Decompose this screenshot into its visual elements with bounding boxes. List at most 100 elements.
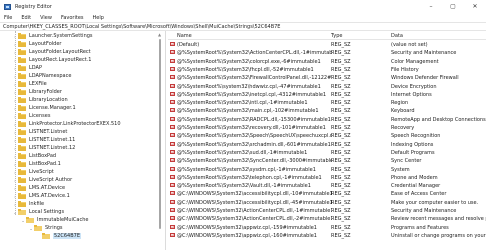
- value-type: REG_SZ: [331, 50, 351, 57]
- value-row[interactable]: ab @C:\WINDOWS\System32\ActionCenterCPL.d…: [168, 207, 486, 215]
- string-value-icon: ab: [170, 183, 175, 188]
- tree-item[interactable]: › LISTNET.Listnet: [12, 128, 67, 136]
- menu-help[interactable]: Help: [93, 15, 104, 21]
- value-type: REG_SZ: [331, 108, 351, 115]
- value-row[interactable]: ab @%SystemRoot%\System32\ActionCenterCPL…: [168, 49, 486, 57]
- tree-item[interactable]: › LayoutRect.LayoutRect.1: [12, 56, 91, 64]
- value-name: @C:\WINDOWS\System32\ActionCenterCPL.dll…: [177, 208, 332, 214]
- value-row[interactable]: ab @C:\WINDOWS\System32\accessibilitycpl.…: [168, 190, 486, 198]
- value-name: @C:\WINDOWS\System32\accessibilitycpl.dl…: [177, 199, 332, 206]
- folder-icon: [18, 32, 26, 39]
- value-row[interactable]: ab @%SystemRoot%\System32\telephon.cpl,-1…: [168, 174, 486, 182]
- tree-item[interactable]: › ListBoxPad.1: [12, 160, 61, 168]
- string-value-icon: ab: [170, 50, 175, 55]
- value-row[interactable]: ab @C:\WINDOWS\System32\appwiz.cpl,-160#i…: [168, 232, 486, 240]
- value-data: Device Encryption: [391, 83, 437, 90]
- value-row[interactable]: ab @%SystemRoot%\System32\Speech\SpeechUX…: [168, 132, 486, 140]
- value-row[interactable]: ab @%SystemRoot%\System32\fhcpl.dll,-52#i…: [168, 66, 486, 74]
- tree-item[interactable]: › LinkProtector.LinkProtectorEXEX.510: [12, 120, 121, 128]
- value-row[interactable]: ab @%SystemRoot%\System32\Vault.dll,-1#im…: [168, 182, 486, 190]
- tree-item[interactable]: › LMS.AT.Device: [12, 184, 65, 192]
- tree-item[interactable]: › LISTNET.Listnet.11: [12, 136, 75, 144]
- string-value-icon: ab: [170, 91, 175, 96]
- menu-view[interactable]: View: [40, 15, 52, 21]
- menu-favorites[interactable]: Favorites: [61, 15, 84, 21]
- value-row[interactable]: ab @%SystemRoot%\System32\recovery.dll,-1…: [168, 124, 486, 132]
- tree-item[interactable]: › LiveScript: [12, 168, 54, 176]
- tree-item[interactable]: ⌄ Local Settings: [12, 208, 64, 216]
- folder-icon: [18, 192, 26, 199]
- minimize-button[interactable]: –: [420, 0, 442, 13]
- value-row[interactable]: ab @%SystemRoot%\System32\FirewallControl…: [168, 74, 486, 82]
- value-name: @%SystemRoot%\System32\intl.cpl,-1#immut…: [177, 100, 308, 107]
- column-type-header[interactable]: Type: [331, 33, 342, 39]
- scroll-up-icon[interactable]: ▲: [158, 32, 161, 37]
- value-name: @%SystemRoot%\System32\RADCPL.dll,-15300…: [177, 116, 331, 123]
- tree-item[interactable]: ⌄ ImmutableMuiCache: [20, 216, 88, 224]
- menu-file[interactable]: File: [4, 15, 12, 21]
- value-row[interactable]: ab @%SystemRoot%\System32\RADCPL.dll,-153…: [168, 116, 486, 124]
- value-data: Programs and Features: [391, 224, 449, 231]
- folder-icon: [18, 64, 26, 71]
- value-data: Ease of Access Center: [391, 191, 447, 198]
- tree-item[interactable]: › LDAPNamespace: [12, 72, 71, 80]
- value-type: REG_SZ: [331, 216, 351, 223]
- tree-scrollbar[interactable]: ▲: [156, 31, 164, 250]
- tree-item[interactable]: › LISTNET.Listnet.12: [12, 144, 75, 152]
- close-button[interactable]: ✕: [464, 0, 486, 13]
- folder-icon: [18, 152, 26, 159]
- value-name: @%SystemRoot%\system32\hdwwiz.cpl,-47#im…: [177, 83, 321, 90]
- value-row[interactable]: ab @%SystemRoot%\System32\srchadmin.dll,-…: [168, 141, 486, 149]
- tree-item[interactable]: › LayoutFolder.LayoutRect: [12, 48, 91, 56]
- values-header: Name Type Data: [168, 31, 486, 40]
- value-data: Security and Maintenance: [391, 50, 457, 57]
- tree-item[interactable]: › LayoutFolder: [12, 40, 61, 48]
- value-row[interactable]: ab @%SystemRoot%\System32\sud.dll,-1#immu…: [168, 149, 486, 157]
- tree-item[interactable]: › LiveScript Author: [12, 176, 72, 184]
- address-bar[interactable]: Computer\HKEY_CLASSES_ROOT\Local Setting…: [0, 22, 486, 31]
- value-row[interactable]: ab @%SystemRoot%\System32\sysdm.cpl,-1#im…: [168, 166, 486, 174]
- scroll-thumb[interactable]: [159, 39, 161, 229]
- value-row[interactable]: ab @C:\WINDOWS\System32\ActionCenterCPL.d…: [168, 215, 486, 223]
- value-data: Keyboard: [391, 108, 415, 115]
- value-row[interactable]: ab @%SystemRoot%\System32\main.cpl,-102#i…: [168, 107, 486, 115]
- string-value-icon: ab: [170, 42, 175, 46]
- value-row[interactable]: ab @%SystemRoot%\system32\hdwwiz.cpl,-47#…: [168, 83, 486, 91]
- value-name: @C:\WINDOWS\System32\ActionCenterCPL.dll…: [177, 216, 332, 223]
- value-type: REG_SZ: [331, 58, 351, 65]
- tree-item-label: LDAPNamespace: [29, 73, 72, 79]
- tree-item[interactable]: › LEXFile: [12, 80, 47, 88]
- value-data: Security and Maintenance: [391, 208, 457, 214]
- tree-item-label: LISTNET.Listnet.11: [29, 137, 76, 143]
- tree-item[interactable]: ⌄ Strings: [28, 224, 63, 232]
- string-value-icon: ab: [170, 116, 175, 121]
- tree-item[interactable]: › License.Manager.1: [12, 104, 76, 112]
- column-data-header[interactable]: Data: [391, 33, 403, 39]
- value-type: REG_SZ: [331, 199, 351, 206]
- value-name: @%SystemRoot%\System32\SyncCenter.dll,-3…: [177, 158, 332, 165]
- string-value-icon: ab: [170, 232, 175, 237]
- tree-item-label: LibraryFolder: [29, 89, 62, 95]
- value-data: Internet Options: [391, 91, 432, 98]
- value-row[interactable]: ab (Default) REG_SZ (value not set): [168, 41, 486, 49]
- tree-item[interactable]: › ListBoxPad: [12, 152, 56, 160]
- value-row[interactable]: ab @%SystemRoot%\System32\inetcpl.cpl,-43…: [168, 91, 486, 99]
- tree-item[interactable]: › lnkfile: [12, 200, 44, 208]
- value-row[interactable]: ab @C:\WINDOWS\System32\accessibilitycpl.…: [168, 199, 486, 207]
- value-row[interactable]: ab @%SystemRoot%\System32\SyncCenter.dll,…: [168, 157, 486, 165]
- column-name-header[interactable]: Name: [177, 33, 192, 39]
- value-row[interactable]: ab @%SystemRoot%\System32\colorcpl.exe,-6…: [168, 58, 486, 66]
- string-value-icon: ab: [170, 125, 175, 129]
- string-value-icon: ab: [170, 208, 175, 212]
- tree-item[interactable]: › LMS.AT.Device.1: [12, 192, 70, 200]
- tree-item[interactable]: 52C64B7E: [36, 232, 81, 240]
- tree-item[interactable]: › Licenses: [12, 112, 50, 120]
- value-row[interactable]: ab @%SystemRoot%\System32\intl.cpl,-1#imm…: [168, 99, 486, 107]
- tree-item[interactable]: › Launcher.SystemSettings: [12, 32, 93, 40]
- tree-item[interactable]: › LibraryLocation: [12, 96, 68, 104]
- maximize-button[interactable]: ▢: [442, 0, 464, 13]
- tree-item[interactable]: › LibraryFolder: [12, 88, 62, 96]
- tree-item[interactable]: › LDAP: [12, 64, 42, 72]
- menu-edit[interactable]: Edit: [21, 15, 31, 21]
- value-row[interactable]: ab @C:\WINDOWS\System32\appwiz.cpl,-159#i…: [168, 224, 486, 232]
